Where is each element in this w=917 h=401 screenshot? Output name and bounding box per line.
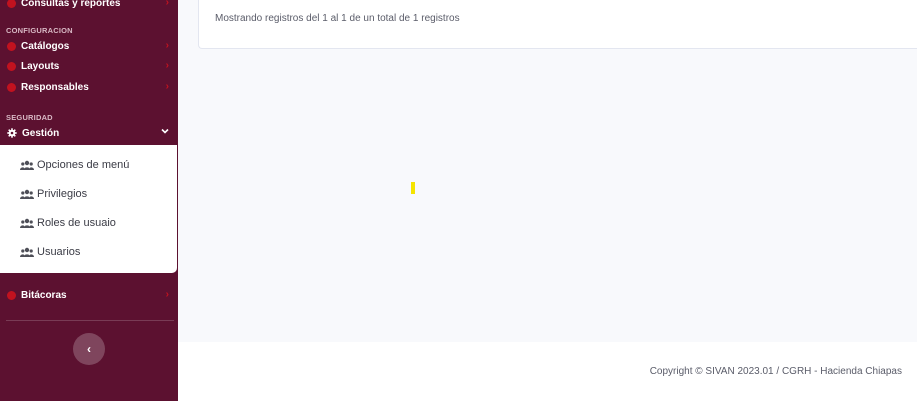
sidebar-toggle-button[interactable]: ‹ (73, 333, 105, 365)
footer: Copyright © SIVAN 2023.01 / CGRH - Hacie… (178, 342, 917, 401)
chevron-right-icon: › (165, 40, 169, 51)
section-heading-configuracion: CONFIGURACION (6, 26, 73, 35)
chevron-down-icon (161, 127, 169, 138)
sidebar-item-responsables[interactable]: Responsables › (0, 78, 178, 96)
sidebar-item-gestion[interactable]: Gestión (0, 124, 178, 142)
copyright-text: Copyright © SIVAN 2023.01 / CGRH - Hacie… (649, 366, 902, 377)
circle-icon (7, 82, 16, 92)
users-icon (20, 189, 34, 199)
chevron-right-icon: › (165, 81, 169, 92)
submenu-item-roles-usuario[interactable]: Roles de usuaio (20, 215, 116, 231)
sidebar-item-label: Catálogos (21, 40, 70, 52)
gear-icon (7, 128, 17, 138)
submenu-item-label: Opciones de menú (37, 159, 130, 171)
users-icon (20, 247, 34, 257)
circle-icon (7, 290, 16, 300)
sidebar-item-consultas[interactable]: Consultas y reportes › (0, 0, 178, 12)
chevron-right-icon: › (165, 0, 169, 8)
gestion-submenu: Opciones de menú Privilegios Roles de us… (0, 145, 177, 273)
section-heading-seguridad: SEGURIDAD (6, 113, 53, 122)
sidebar-divider (6, 320, 174, 321)
sidebar-item-layouts[interactable]: Layouts › (0, 57, 178, 75)
sidebar-item-label: Bitácoras (21, 289, 67, 301)
submenu-item-opciones-menu[interactable]: Opciones de menú (20, 157, 129, 173)
sidebar: Consultas y reportes › CONFIGURACION Cat… (0, 0, 178, 401)
circle-icon (7, 61, 16, 71)
sidebar-item-label: Consultas y reportes (21, 0, 121, 9)
circle-icon (7, 41, 16, 51)
submenu-item-label: Privilegios (37, 188, 88, 200)
circle-icon (7, 0, 16, 8)
submenu-item-privilegios[interactable]: Privilegios (20, 186, 87, 202)
sidebar-item-label: Layouts (21, 60, 60, 72)
users-icon (20, 218, 34, 228)
text-cursor-marker (411, 182, 415, 194)
table-info: Mostrando registros del 1 al 1 de un tot… (215, 13, 460, 24)
chevron-right-icon: › (165, 60, 169, 71)
sidebar-item-bitacoras[interactable]: Bitácoras › (0, 286, 178, 304)
submenu-item-label: Roles de usuaio (37, 217, 116, 229)
sidebar-item-catalogos[interactable]: Catálogos › (0, 37, 178, 55)
table-card: Mostrando registros del 1 al 1 de un tot… (198, 0, 917, 49)
users-icon (20, 160, 34, 170)
sidebar-item-label: Gestión (22, 127, 60, 139)
chevron-right-icon: › (165, 289, 169, 300)
sidebar-item-label: Responsables (21, 81, 89, 93)
chevron-left-icon: ‹ (87, 342, 91, 356)
submenu-item-usuarios[interactable]: Usuarios (20, 244, 80, 260)
submenu-item-label: Usuarios (37, 246, 81, 258)
